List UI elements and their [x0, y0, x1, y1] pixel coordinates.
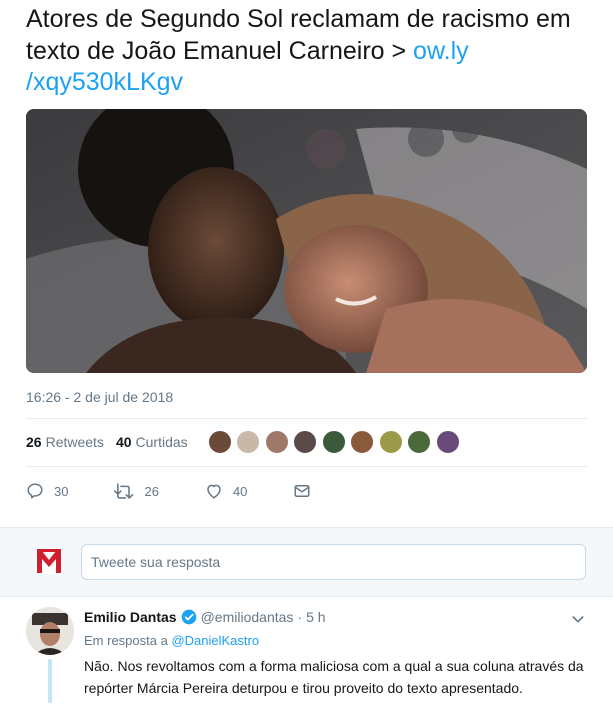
liker-avatars [207, 430, 465, 454]
liker-avatar[interactable] [207, 430, 232, 454]
in-reply-prefix: Em resposta a [84, 633, 172, 648]
tweet-text-body: Atores de Segundo Sol reclamam de racism… [26, 5, 571, 65]
liker-avatar[interactable] [236, 430, 261, 454]
tweet-timestamp[interactable]: 16:26 - 2 de jul de 2018 [26, 389, 173, 405]
envelope-icon [294, 485, 310, 497]
liker-avatar[interactable] [293, 430, 318, 454]
reply-tweet[interactable]: Emilio Dantas @emiliodantas · 5 h Em res… [0, 597, 613, 708]
reply-action[interactable]: 30 [26, 482, 68, 500]
chevron-down-icon[interactable] [570, 611, 586, 627]
likes-stat[interactable]: 40 Curtidas [116, 434, 188, 450]
in-reply-mention[interactable]: @DanielKastro [171, 633, 259, 648]
like-action[interactable]: 40 [205, 482, 247, 500]
m-logo-icon [36, 548, 62, 574]
retweets-label: Retweets [45, 434, 104, 450]
media-photo [26, 109, 587, 373]
reply-author-handle[interactable]: @emiliodantas [201, 609, 294, 625]
reply-author-name[interactable]: Emilio Dantas [84, 609, 177, 625]
tweet-actions: 30 26 40 [26, 479, 367, 503]
retweet-icon [114, 483, 134, 499]
retweets-count: 26 [26, 434, 42, 450]
tweet-link-part1: ow.ly [413, 36, 469, 65]
heart-icon [207, 484, 221, 499]
retweet-count: 26 [144, 483, 159, 499]
liker-avatar[interactable] [407, 430, 432, 454]
like-count: 40 [232, 483, 248, 499]
reply-time[interactable]: 5 h [306, 609, 325, 625]
likes-label: Curtidas [135, 434, 188, 450]
direct-message-action[interactable] [293, 482, 321, 500]
in-reply-to: Em resposta a @DanielKastro [84, 633, 259, 648]
liker-avatar[interactable] [350, 430, 375, 454]
divider-top [26, 418, 587, 419]
liker-avatar[interactable] [435, 430, 460, 454]
liker-avatar[interactable] [378, 430, 403, 454]
tweet-link-part2: /xqy530kLKgv [26, 68, 184, 96]
avatar-photo [26, 607, 74, 655]
divider-bottom [26, 466, 587, 467]
verified-badge-icon [181, 609, 196, 625]
liker-avatar[interactable] [321, 430, 346, 454]
tweet-text: Atores de Segundo Sol reclamam de racism… [26, 4, 601, 99]
avatar[interactable] [26, 607, 74, 655]
retweets-stat[interactable]: 26 Retweets [26, 434, 104, 450]
retweet-action[interactable]: 26 [114, 482, 159, 500]
liker-avatar[interactable] [264, 430, 289, 454]
reply-header: Emilio Dantas @emiliodantas · 5 h [84, 609, 326, 625]
thread-line [48, 659, 52, 703]
reply-input[interactable] [81, 544, 586, 580]
likes-count: 40 [115, 434, 132, 450]
tweet-stats: 26 Retweets 40 Curtidas [26, 429, 464, 455]
reply-count: 30 [54, 483, 69, 499]
tweet-media-image[interactable] [26, 109, 587, 373]
reply-icon [27, 483, 43, 499]
reply-composer [0, 527, 613, 597]
reply-text: Não. Nos revoltamos com a forma malicios… [84, 658, 584, 696]
separator-dot: · [297, 609, 303, 625]
